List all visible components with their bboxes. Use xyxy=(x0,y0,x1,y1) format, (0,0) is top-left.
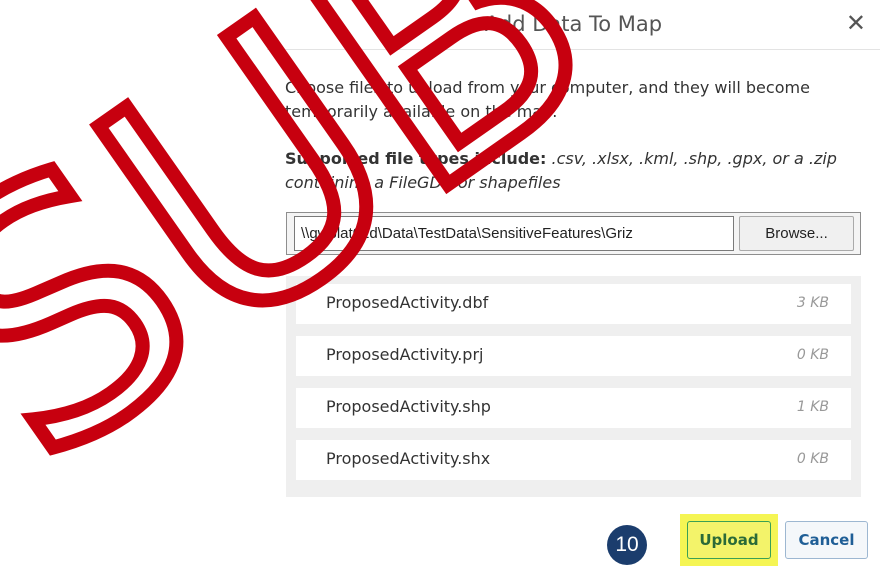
file-list-item: ProposedActivity.prj 0 KB xyxy=(296,336,851,376)
file-size: 0 KB xyxy=(796,451,829,467)
file-list-item: ProposedActivity.shp 1 KB xyxy=(296,388,851,428)
intro-text: Choose files to upload from your compute… xyxy=(285,78,810,121)
file-name: ProposedActivity.dbf xyxy=(326,293,489,312)
selected-files-list: ProposedActivity.dbf 3 KB ProposedActivi… xyxy=(286,276,861,497)
add-data-dialog-page: Add Data To Map ✕ Choose files to upload… xyxy=(0,0,880,566)
close-icon[interactable]: ✕ xyxy=(846,11,866,35)
file-list-item: ProposedActivity.dbf 3 KB xyxy=(296,284,851,324)
browse-button[interactable]: Browse... xyxy=(739,216,854,251)
dialog-header: Add Data To Map ✕ xyxy=(267,0,880,50)
cancel-button[interactable]: Cancel xyxy=(785,521,868,559)
supported-types-text: Supported file types include: .csv, .xls… xyxy=(285,147,845,195)
file-path-field[interactable]: \\gwblat01d\Data\TestData\SensitiveFeatu… xyxy=(294,216,734,251)
file-name: ProposedActivity.shx xyxy=(326,449,491,468)
dialog-title: Add Data To Map xyxy=(484,12,663,36)
upload-button[interactable]: Upload xyxy=(687,521,771,559)
file-chooser: \\gwblat01d\Data\TestData\SensitiveFeatu… xyxy=(286,212,861,255)
file-size: 0 KB xyxy=(796,347,829,363)
file-name: ProposedActivity.prj xyxy=(326,345,484,364)
file-size: 1 KB xyxy=(796,399,829,415)
file-list-item: ProposedActivity.shx 0 KB xyxy=(296,440,851,480)
file-name: ProposedActivity.shp xyxy=(326,397,491,416)
supported-types-label: Supported file types include: xyxy=(285,149,547,168)
file-size: 3 KB xyxy=(796,295,829,311)
step-number-badge: 10 xyxy=(607,525,647,565)
